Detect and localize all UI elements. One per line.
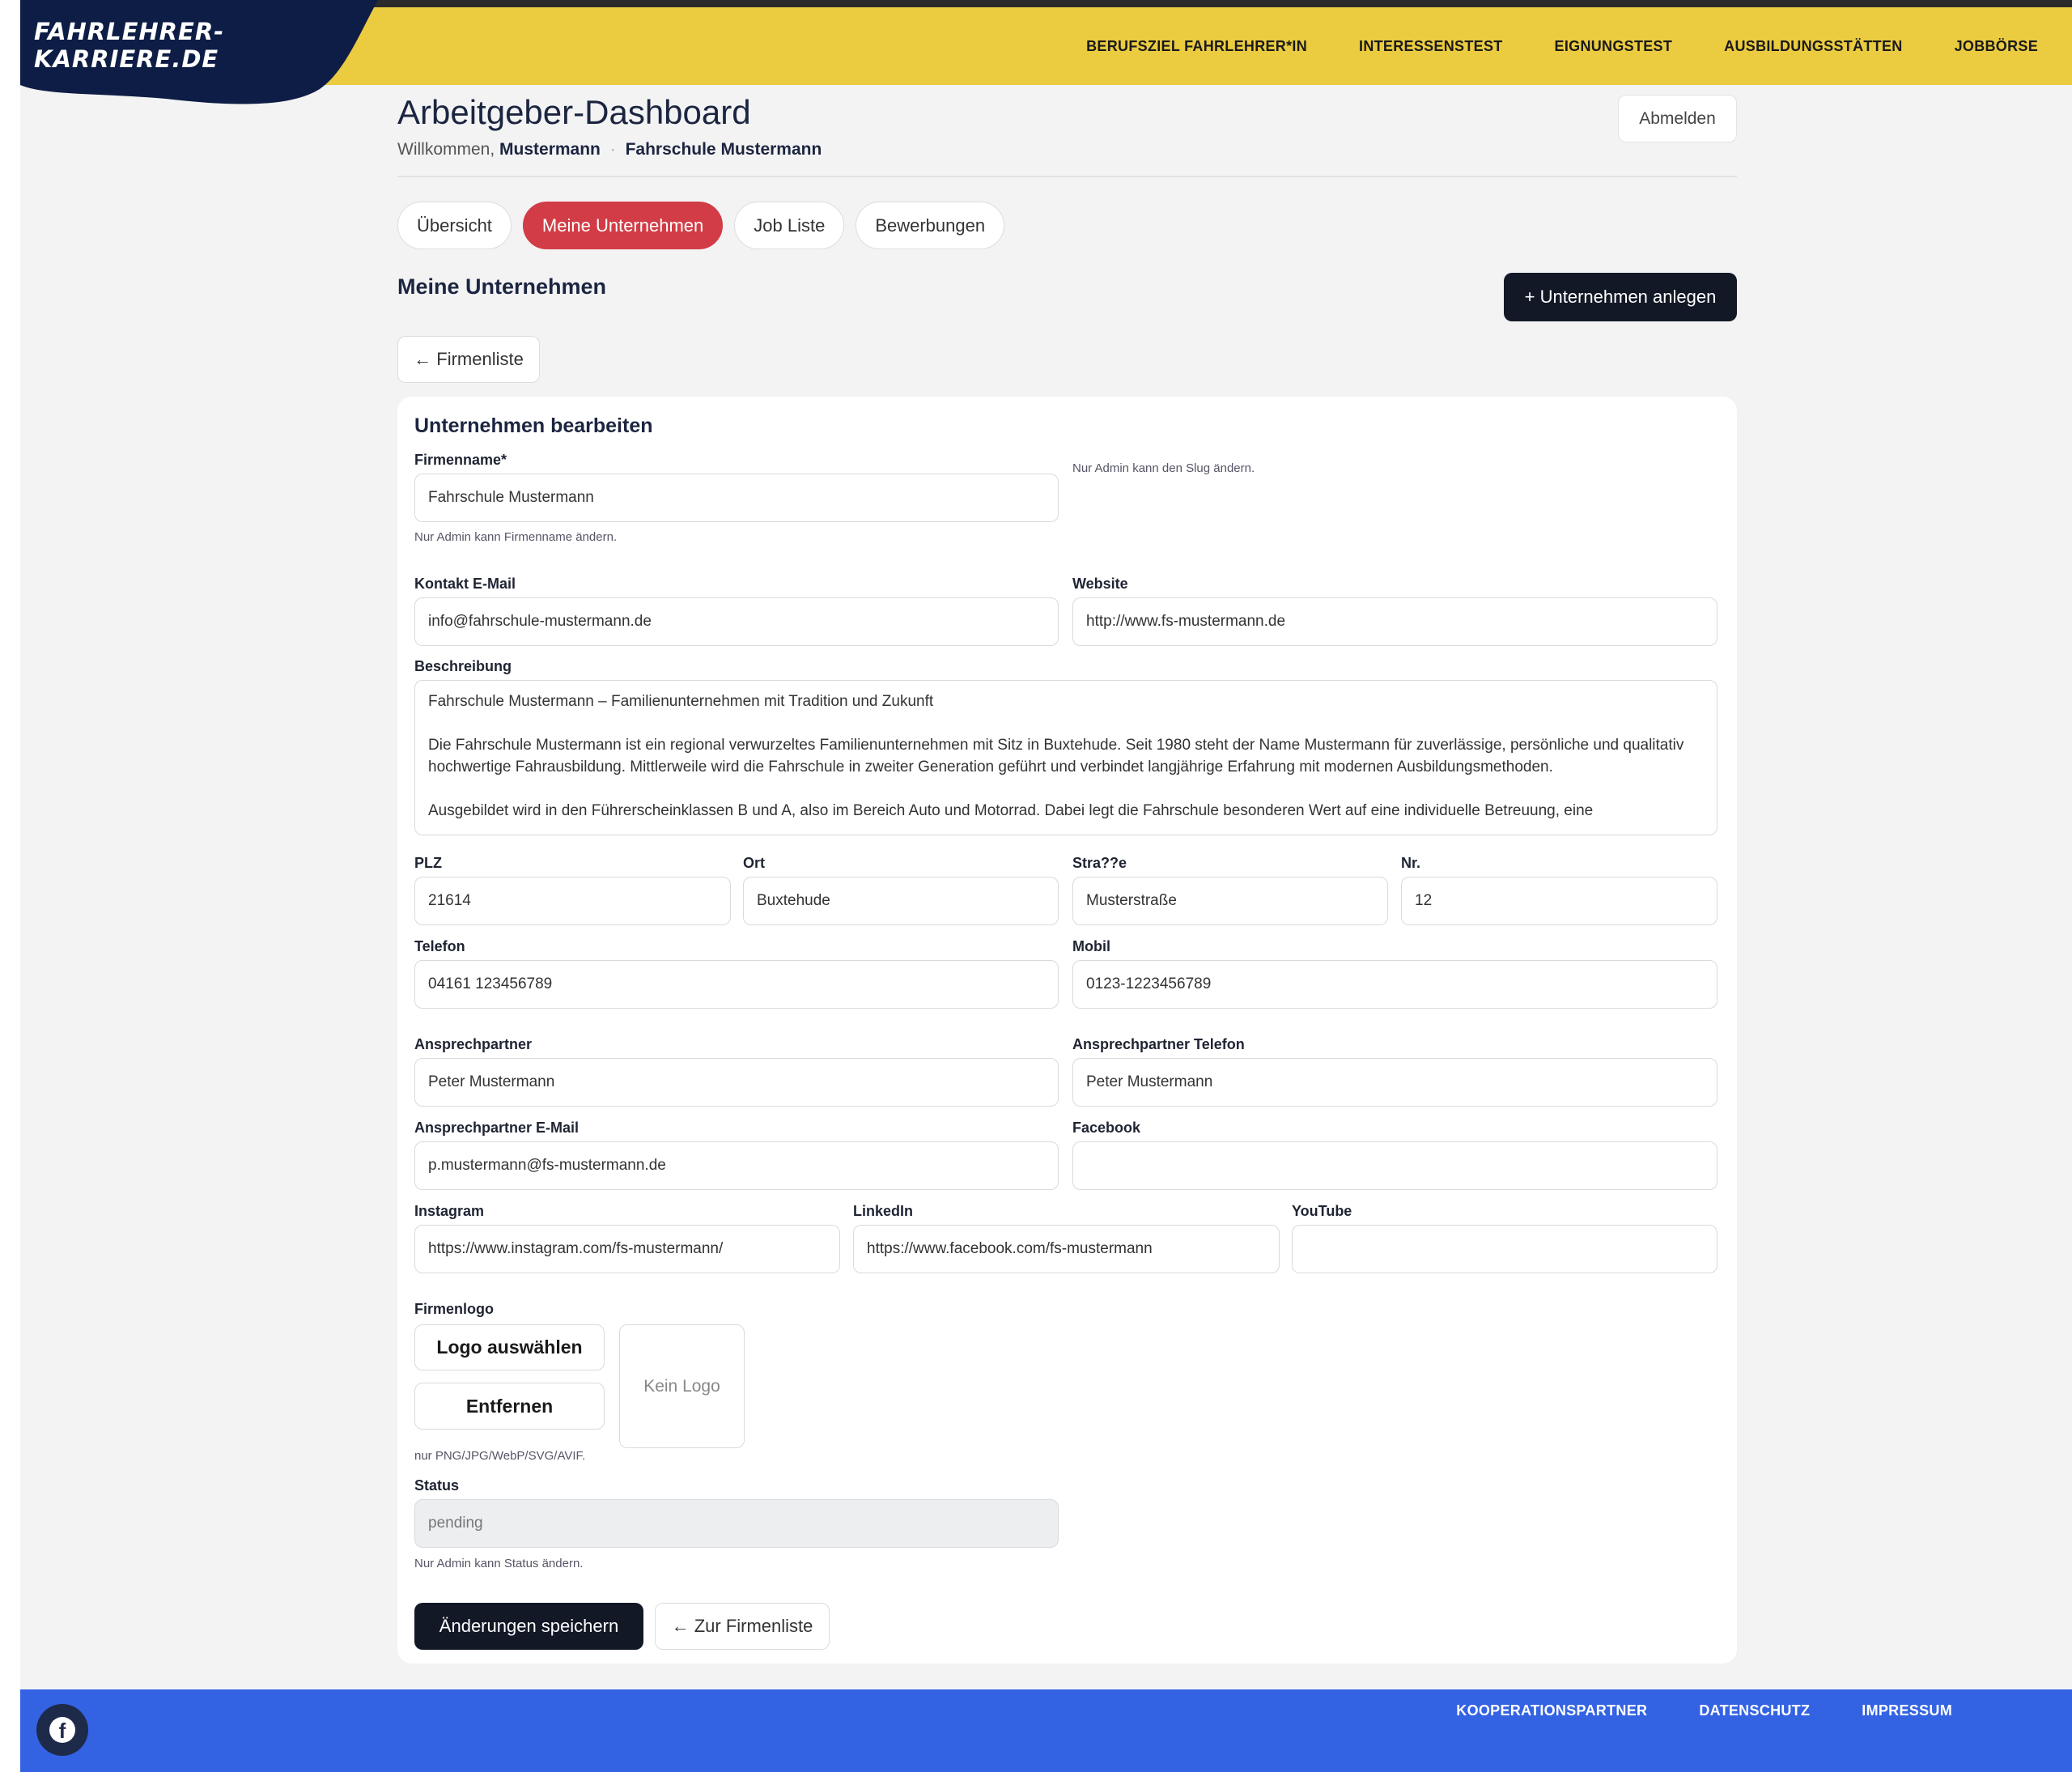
strasse-label: Stra??e	[1072, 855, 1127, 871]
separator: ·	[609, 140, 616, 159]
logo-preview: Kein Logo	[619, 1324, 745, 1448]
ort-input[interactable]: Buxtehude	[743, 877, 1059, 925]
instagram-label: Instagram	[414, 1203, 485, 1219]
nav-berufsziel[interactable]: BERUFSZIEL FAHRLEHRER*IN	[1086, 38, 1307, 55]
plz-input[interactable]: 21614	[414, 877, 731, 925]
beschreibung-line-2: Die Fahrschule Mustermann ist ein region…	[428, 737, 1684, 776]
plz-label: PLZ	[414, 855, 442, 871]
company-name: Fahrschule Mustermann	[625, 140, 822, 159]
tab-job-liste[interactable]: Job Liste	[734, 202, 845, 249]
main-nav: BERUFSZIEL FAHRLEHRER*IN INTERESSENSTEST…	[1086, 7, 2038, 85]
tab-uebersicht[interactable]: Übersicht	[397, 202, 512, 249]
page-title: Arbeitgeber-Dashboard	[397, 93, 751, 131]
user-name: Mustermann	[499, 140, 601, 159]
facebook-label: Facebook	[1072, 1120, 1141, 1136]
save-changes-button[interactable]: Änderungen speichern	[414, 1603, 643, 1650]
youtube-input[interactable]	[1292, 1225, 1717, 1273]
remove-logo-button[interactable]: Entfernen	[414, 1383, 605, 1430]
website-input[interactable]: http://www.fs-mustermann.de	[1072, 597, 1717, 646]
tab-bewerbungen[interactable]: Bewerbungen	[856, 202, 1005, 249]
firmenname-input[interactable]: Fahrschule Mustermann	[414, 474, 1059, 522]
firmenlogo-label: Firmenlogo	[414, 1301, 494, 1317]
kontakt-email-input[interactable]: info@fahrschule-mustermann.de	[414, 597, 1059, 646]
kontakt-email-label: Kontakt E-Mail	[414, 576, 516, 592]
page: FAHRLEHRER-KARRIERE.DE BERUFSZIEL FAHRLE…	[20, 0, 2072, 1772]
linkedin-input[interactable]: https://www.facebook.com/fs-mustermann	[853, 1225, 1280, 1273]
ansprechpartner-email-label: Ansprechpartner E-Mail	[414, 1120, 580, 1136]
logout-button[interactable]: Abmelden	[1618, 95, 1737, 142]
linkedin-label: LinkedIn	[853, 1203, 914, 1219]
firmenname-hint: Nur Admin kann Firmenname ändern.	[414, 530, 618, 544]
facebook-glyph: f	[49, 1717, 75, 1743]
mobil-input[interactable]: 0123-1223456789	[1072, 960, 1717, 1009]
divider	[397, 176, 1737, 177]
youtube-label: YouTube	[1292, 1203, 1352, 1219]
nr-input[interactable]: 12	[1401, 877, 1717, 925]
beschreibung-label: Beschreibung	[414, 658, 512, 674]
instagram-input[interactable]: https://www.instagram.com/fs-mustermann/	[414, 1225, 840, 1273]
telefon-input[interactable]: 04161 123456789	[414, 960, 1059, 1009]
ansprechpartner-telefon-input[interactable]: Peter Mustermann	[1072, 1058, 1717, 1107]
status-input: pending	[414, 1499, 1059, 1548]
beschreibung-line-1: Fahrschule Mustermann – Familienunterneh…	[428, 693, 934, 710]
status-label: Status	[414, 1477, 460, 1494]
footer-datenschutz[interactable]: DATENSCHUTZ	[1699, 1702, 1810, 1719]
nav-eignungstest[interactable]: EIGNUNGSTEST	[1555, 38, 1673, 55]
facebook-icon[interactable]: f	[36, 1704, 88, 1756]
dashboard-tabs: Übersicht Meine Unternehmen Job Liste Be…	[397, 202, 1005, 249]
section-title: Meine Unternehmen	[397, 274, 607, 299]
ansprechpartner-telefon-label: Ansprechpartner Telefon	[1072, 1036, 1245, 1052]
footer-impressum[interactable]: IMPRESSUM	[1862, 1702, 1952, 1719]
ansprechpartner-label: Ansprechpartner	[414, 1036, 533, 1052]
site-logo[interactable]: FAHRLEHRER-KARRIERE.DE	[20, 0, 378, 107]
status-hint: Nur Admin kann Status ändern.	[414, 1557, 584, 1570]
create-company-button[interactable]: + Unternehmen anlegen	[1504, 273, 1737, 321]
facebook-input[interactable]	[1072, 1141, 1717, 1190]
edit-company-card: Unternehmen bearbeiten Firmenname* Fahrs…	[397, 397, 1737, 1664]
nav-ausbildungsstaetten[interactable]: AUSBILDUNGSSTÄTTEN	[1724, 38, 1902, 55]
nav-jobboerse[interactable]: JOBBÖRSE	[1955, 38, 2038, 55]
ansprechpartner-email-input[interactable]: p.mustermann@fs-mustermann.de	[414, 1141, 1059, 1190]
tab-meine-unternehmen[interactable]: Meine Unternehmen	[522, 202, 724, 249]
beschreibung-line-3: Ausgebildet wird in den Führerscheinklas…	[428, 802, 1594, 819]
form-title: Unternehmen bearbeiten	[414, 414, 653, 437]
firmenname-label: Firmenname*	[414, 452, 507, 468]
footer-links: KOOPERATIONSPARTNER DATENSCHUTZ IMPRESSU…	[1456, 1702, 1952, 1719]
back-to-list-button[interactable]: ← Firmenliste	[397, 336, 540, 383]
footer-kooperationspartner[interactable]: KOOPERATIONSPARTNER	[1456, 1702, 1647, 1719]
nr-label: Nr.	[1401, 855, 1421, 871]
website-label: Website	[1072, 576, 1128, 592]
select-logo-button[interactable]: Logo auswählen	[414, 1324, 605, 1370]
beschreibung-textarea[interactable]: Fahrschule Mustermann – Familienunterneh…	[414, 680, 1717, 835]
ansprechpartner-input[interactable]: Peter Mustermann	[414, 1058, 1059, 1107]
mobil-label: Mobil	[1072, 938, 1110, 954]
site-footer: f KOOPERATIONSPARTNER DATENSCHUTZ IMPRES…	[20, 1689, 2072, 1772]
logo-format-hint: nur PNG/JPG/WebP/SVG/AVIF.	[414, 1449, 586, 1463]
welcome-prefix: Willkommen,	[397, 140, 495, 159]
logo-text: FAHRLEHRER-KARRIERE.DE	[34, 18, 225, 73]
strasse-input[interactable]: Musterstraße	[1072, 877, 1388, 925]
back-to-company-list-button[interactable]: ← Zur Firmenliste	[655, 1603, 830, 1650]
nav-interessenstest[interactable]: INTERESSENSTEST	[1359, 38, 1503, 55]
ort-label: Ort	[743, 855, 765, 871]
telefon-label: Telefon	[414, 938, 465, 954]
slug-hint: Nur Admin kann den Slug ändern.	[1072, 461, 1255, 475]
welcome-line: Willkommen, Mustermann · Fahrschule Must…	[397, 140, 822, 159]
